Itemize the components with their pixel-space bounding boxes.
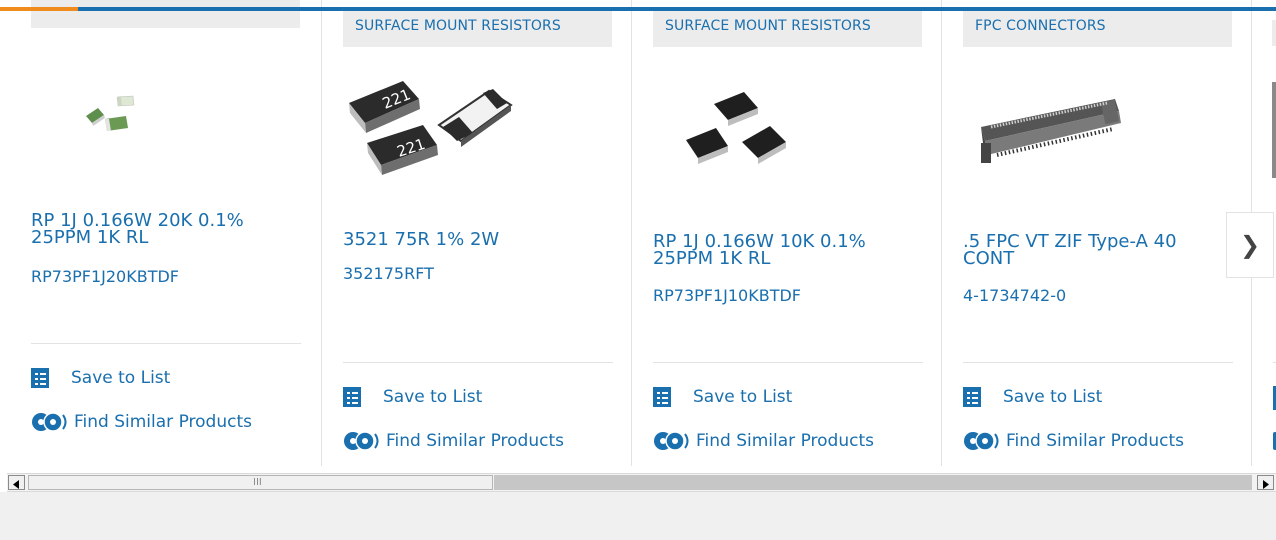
divider: [31, 343, 301, 344]
find-similar-button[interactable]: Find Similar Products: [963, 430, 1184, 452]
part-number[interactable]: 352175RFT: [343, 264, 434, 283]
scroll-track[interactable]: [494, 475, 1252, 490]
product-image[interactable]: 221 221: [343, 75, 513, 179]
divider: [343, 362, 613, 363]
find-similar-button[interactable]: Find Similar Products: [31, 411, 252, 433]
scroll-grip: III: [253, 477, 262, 488]
product-title[interactable]: RP 1J 0.166W 20K 0.1% 25PPM 1K RL: [31, 212, 271, 247]
scroll-left-button[interactable]: [8, 475, 25, 490]
product-image: [1272, 82, 1276, 178]
similar-products-icon: [654, 431, 689, 451]
scroll-thumb[interactable]: III: [28, 475, 493, 490]
product-title[interactable]: RP 1J 0.166W 10K 0.1% 25PPM 1K RL: [653, 233, 893, 268]
save-to-list-button[interactable]: Save to List: [653, 386, 792, 408]
scroll-left-icon: [13, 480, 19, 489]
save-to-list-button[interactable]: Save to List: [343, 386, 482, 408]
scroll-right-icon: [1263, 480, 1269, 489]
chevron-right-icon: ❯: [1239, 231, 1261, 259]
product-image[interactable]: [977, 95, 1127, 175]
list-icon: [963, 387, 981, 407]
part-number[interactable]: RP73PF1J20KBTDF: [31, 267, 179, 286]
active-indicator: [0, 7, 78, 11]
product-image[interactable]: [682, 88, 792, 178]
similar-products-icon: [344, 431, 379, 451]
category-tag: [1272, 20, 1276, 46]
save-to-list-button[interactable]: Save to List: [963, 386, 1102, 408]
carousel-next-button[interactable]: ❯: [1226, 212, 1274, 278]
category-tag[interactable]: SURFACE MOUNT RESISTORS: [343, 10, 612, 47]
part-number[interactable]: 4-1734742-0: [963, 286, 1066, 305]
product-title[interactable]: .5 FPC VT ZIF Type-A 40 CONT: [963, 233, 1203, 268]
horizontal-scrollbar[interactable]: III: [7, 473, 1276, 492]
product-title[interactable]: 3521 75R 1% 2W: [343, 231, 583, 249]
list-icon: [31, 368, 49, 388]
product-card: SURFACE MOUNT RESISTORS 221 221 3521 75R…: [321, 0, 613, 466]
top-accent-bar: [0, 7, 1276, 11]
find-similar-button[interactable]: Find Similar Products: [653, 430, 874, 452]
list-icon: [343, 387, 361, 407]
page-footer-area: [0, 492, 1276, 540]
product-carousel: RP 1J 0.166W 20K 0.1% 25PPM 1K RL RP73PF1…: [0, 0, 1276, 466]
divider: [963, 362, 1233, 363]
product-card: FPC CONNECTORS .5 FPC VT ZIF Type-A 40 CO…: [941, 0, 1233, 466]
scroll-right-button[interactable]: [1257, 475, 1274, 490]
product-card: RP 1J 0.166W 20K 0.1% 25PPM 1K RL RP73PF1…: [31, 0, 321, 466]
list-icon: [653, 387, 671, 407]
category-tag[interactable]: [31, 0, 300, 28]
category-tag[interactable]: FPC CONNECTORS: [963, 10, 1232, 47]
divider: [653, 362, 923, 363]
product-card: SURFACE MOUNT RESISTORS RP 1J 0.166W 10K…: [631, 0, 923, 466]
product-image[interactable]: [81, 88, 176, 136]
similar-products-icon: [32, 412, 67, 432]
save-to-list-button[interactable]: Save to List: [31, 367, 170, 389]
similar-products-icon: [964, 431, 999, 451]
category-tag[interactable]: SURFACE MOUNT RESISTORS: [653, 10, 922, 47]
find-similar-button[interactable]: Find Similar Products: [343, 430, 564, 452]
part-number[interactable]: RP73PF1J10KBTDF: [653, 286, 801, 305]
